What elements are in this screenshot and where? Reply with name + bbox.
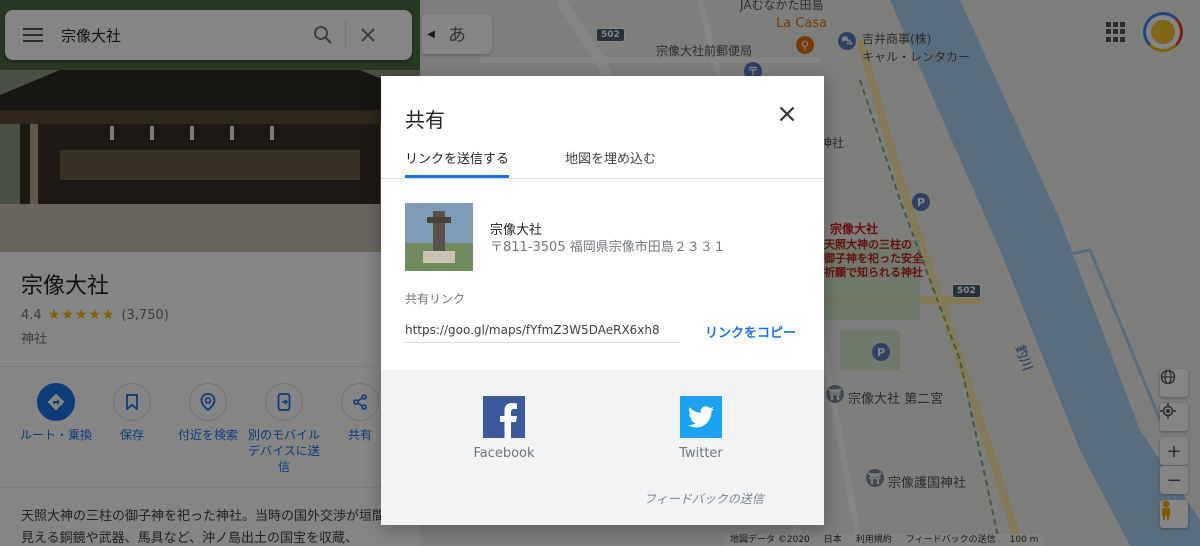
share-link-field[interactable] bbox=[405, 317, 680, 343]
close-icon[interactable] bbox=[773, 100, 801, 128]
twitter-share-button[interactable]: Twitter bbox=[641, 396, 761, 461]
place-thumbnail bbox=[405, 203, 473, 271]
copy-link-button[interactable]: リンクをコピー bbox=[705, 322, 796, 341]
dialog-title: 共有 bbox=[405, 108, 445, 132]
share-dialog: 共有 リンクを送信する 地図を埋め込む 宗像大社 〒811-3505 福岡県宗像… bbox=[381, 76, 824, 525]
share-place-address: 〒811-3505 福岡県宗像市田島２３３１ bbox=[490, 240, 726, 255]
tab-embed-map[interactable]: 地図を埋め込む bbox=[565, 148, 656, 178]
facebook-share-button[interactable]: Facebook bbox=[444, 396, 564, 461]
facebook-label: Facebook bbox=[473, 446, 535, 461]
share-link-label: 共有リンク bbox=[405, 292, 466, 306]
twitter-icon[interactable] bbox=[680, 396, 722, 438]
tab-send-link[interactable]: リンクを送信する bbox=[405, 148, 510, 178]
twitter-label: Twitter bbox=[679, 446, 723, 461]
social-share-section: Facebook Twitter フィードバックの送信 bbox=[381, 370, 824, 525]
tab-divider bbox=[381, 178, 824, 179]
send-feedback-link[interactable]: フィードバックの送信 bbox=[644, 490, 764, 507]
facebook-icon[interactable] bbox=[483, 396, 525, 438]
